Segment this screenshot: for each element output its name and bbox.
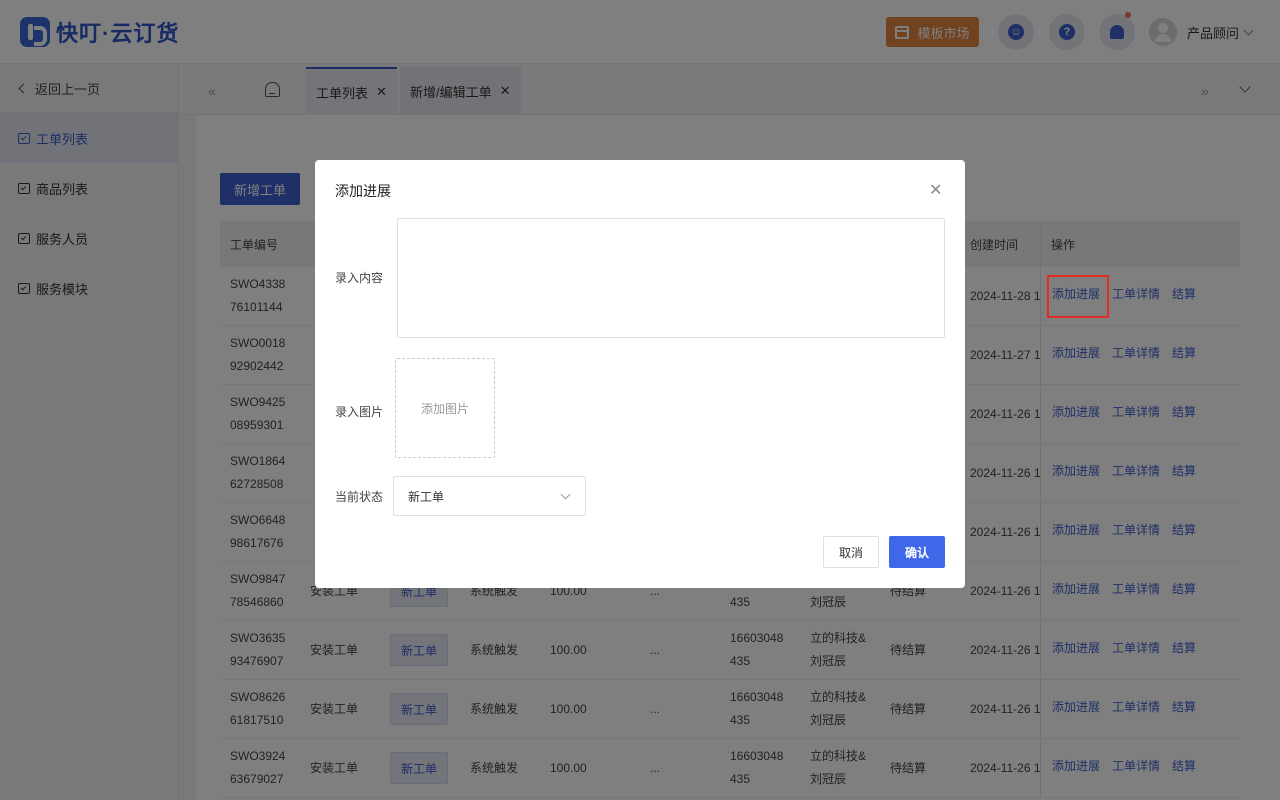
- status-select-value: 新工单: [408, 489, 445, 504]
- status-select[interactable]: 新工单: [393, 476, 586, 516]
- add-progress-dialog: 添加进展 ✕ 录入内容 录入图片 添加图片 当前状态 新工单 取消 确认: [315, 160, 965, 588]
- close-icon[interactable]: ✕: [929, 180, 942, 200]
- image-upload-label: 添加图片: [420, 401, 469, 416]
- image-label: 录入图片: [335, 405, 384, 419]
- highlight-box: [1047, 275, 1109, 318]
- confirm-button[interactable]: 确认: [889, 536, 945, 568]
- status-label: 当前状态: [335, 490, 384, 504]
- content-textarea[interactable]: [397, 218, 945, 338]
- image-upload-box[interactable]: 添加图片: [395, 358, 495, 458]
- content-label: 录入内容: [335, 271, 384, 285]
- dialog-title: 添加进展: [335, 183, 391, 199]
- chevron-down-icon: [560, 489, 571, 500]
- cancel-button[interactable]: 取消: [823, 536, 879, 568]
